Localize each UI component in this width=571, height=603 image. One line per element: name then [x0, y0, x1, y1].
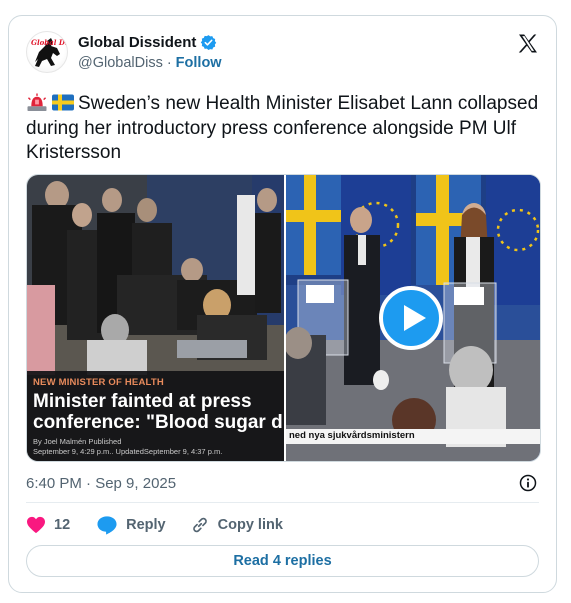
separator-dot: ·	[166, 55, 172, 71]
divider	[26, 502, 539, 503]
copy-link-button[interactable]: Copy link	[190, 515, 283, 535]
follow-button[interactable]: Follow	[176, 55, 222, 71]
tweet-timestamp[interactable]: 6:40 PM · Sep 9, 2025	[26, 475, 176, 492]
info-icon[interactable]	[518, 473, 538, 493]
caption-kicker: NEW MINISTER OF HEALTH	[33, 377, 164, 388]
caption-byline-author: By Joel Malmén Published	[33, 437, 122, 446]
play-icon	[404, 305, 426, 331]
name-row: Global Dissident	[78, 34, 217, 51]
caption-headline: Minister fainted at press conference: "B…	[33, 391, 284, 433]
sweden-flag-icon	[52, 94, 74, 111]
media-grid[interactable]: NEW MINISTER OF HEALTH Minister fainted …	[26, 174, 541, 462]
police-light-icon	[27, 93, 47, 112]
link-icon	[192, 517, 207, 533]
lower-third-text: ned nya sjukvårdsministern	[289, 430, 415, 441]
swedish-flag-left	[286, 175, 341, 275]
play-button[interactable]	[379, 286, 443, 350]
caption-byline: By Joel Malmén Published September 9, 4:…	[33, 437, 284, 457]
like-count: 12	[54, 517, 71, 533]
reply-button[interactable]: Reply	[96, 515, 166, 535]
display-name[interactable]: Global Dissident	[78, 34, 196, 51]
tweet-header: Global Dissident Global Dissident @Globa…	[26, 30, 542, 78]
handle-row: @GlobalDiss · Follow	[78, 55, 222, 71]
news-caption: NEW MINISTER OF HEALTH Minister fainted …	[27, 371, 284, 461]
horse-logo-icon: Global Dissident	[31, 38, 68, 67]
caption-byline-date: September 9, 4:29 p.m.. UpdatedSeptember…	[33, 447, 223, 456]
tweet-card[interactable]: Global Dissident Global Dissident @Globa…	[8, 15, 557, 593]
tweet-text: Sweden’s new Health Minister Elisabet La…	[26, 92, 546, 166]
verified-badge-icon	[201, 35, 217, 50]
x-logo-icon[interactable]	[516, 32, 540, 56]
avatar-text-top: Global Dissident	[31, 38, 68, 47]
reply-label: Reply	[126, 517, 166, 533]
read-replies-button[interactable]: Read 4 replies	[26, 545, 539, 577]
tweet-body: Sweden’s new Health Minister Elisabet La…	[26, 93, 539, 163]
media-image-left[interactable]: NEW MINISTER OF HEALTH Minister fainted …	[27, 175, 284, 461]
handle[interactable]: @GlobalDiss	[78, 55, 163, 71]
reply-bubble-icon	[97, 516, 117, 535]
video-lower-third: ned nya sjukvårdsministern	[286, 429, 540, 444]
heart-icon	[27, 516, 45, 534]
like-button[interactable]: 12	[26, 516, 70, 534]
action-bar: 12 Reply Copy link	[26, 514, 283, 536]
avatar[interactable]: Global Dissident	[26, 31, 68, 73]
copy-link-label: Copy link	[217, 517, 283, 533]
